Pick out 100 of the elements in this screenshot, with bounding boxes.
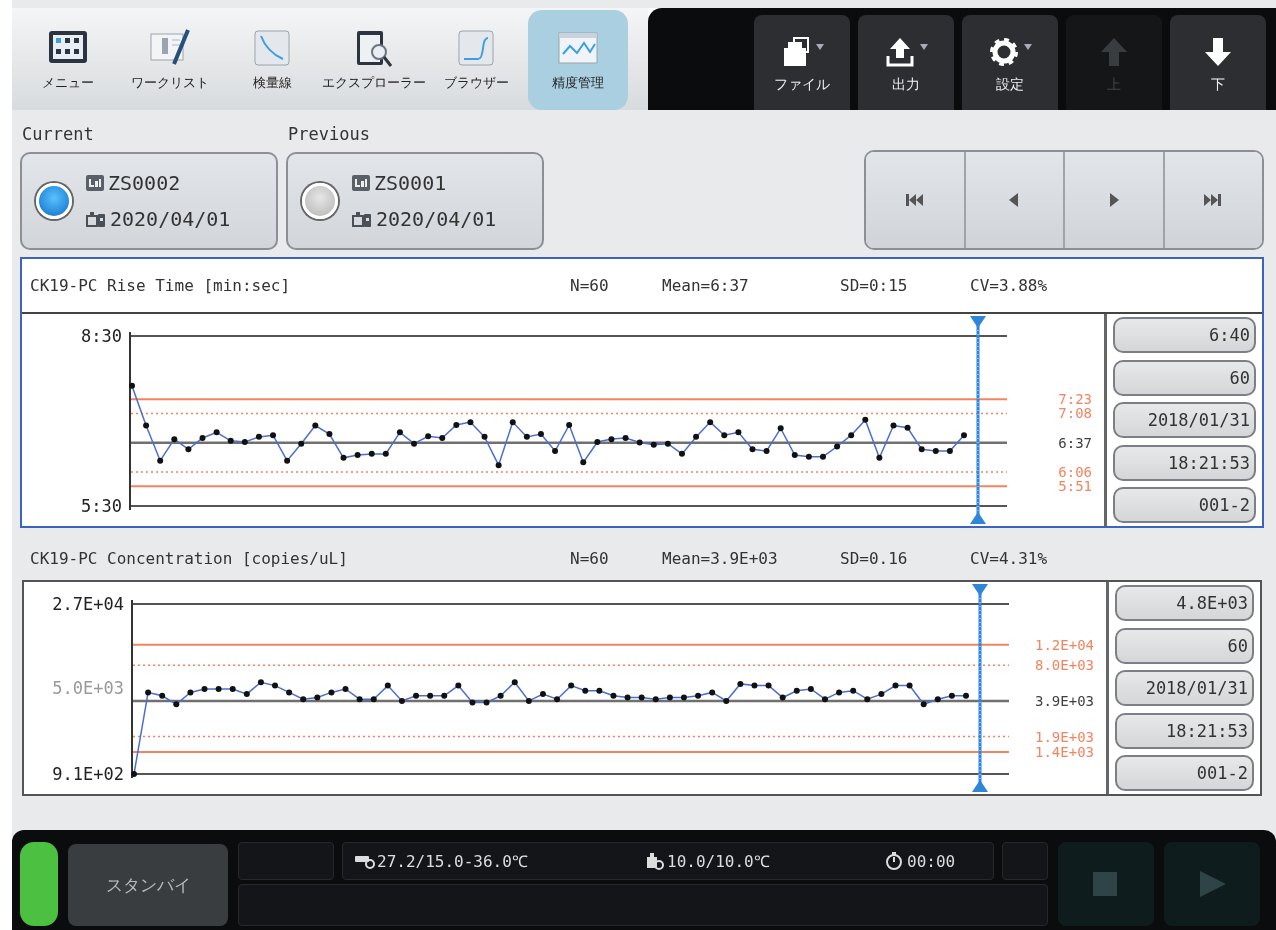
- data-point: [497, 692, 504, 699]
- toolbar-button[interactable]: エクスプローラー: [324, 10, 424, 110]
- toolbar-button[interactable]: ブラウザー: [426, 10, 526, 110]
- status-reading: 00:00: [907, 851, 956, 871]
- data-point: [963, 692, 969, 699]
- data-point: [624, 694, 631, 701]
- data-point: [342, 686, 349, 692]
- limit-label: 1.2E+04: [1035, 636, 1094, 653]
- bottle-icon: [645, 852, 665, 870]
- limit-label: 1.4E+03: [1035, 743, 1094, 760]
- toolbar-button[interactable]: 設定: [962, 15, 1058, 110]
- nav-button[interactable]: [963, 152, 1063, 248]
- data-point: [171, 436, 178, 443]
- radio-button[interactable]: [36, 183, 72, 219]
- data-point: [850, 687, 857, 694]
- data-point: [312, 422, 319, 429]
- status-button[interactable]: スタンバイ: [68, 844, 228, 926]
- toolbar-button[interactable]: 出力: [858, 15, 954, 110]
- limit-label: 7:08: [1058, 405, 1092, 422]
- chart-panel[interactable]: CK19-PC Rise Time [min:sec] N=60 Mean=6:37 SD=0:15 CV=3.88% 7:23 7:08 6:37 6:06 5:51 8:30 5:30 6:40 60 2018/01/31 18:21:53 001-2: [20, 257, 1264, 528]
- toolbar-button[interactable]: ファイル: [754, 15, 850, 110]
- data-point: [554, 696, 561, 703]
- toolbar-button[interactable]: 検量線: [222, 10, 322, 110]
- data-point: [876, 454, 883, 461]
- limit-label: 6:37: [1058, 434, 1092, 451]
- data-point: [834, 443, 841, 450]
- toolbar-button[interactable]: メニュー: [18, 10, 118, 110]
- axis-label: 5:30: [81, 496, 122, 516]
- chart-statistic: CV=3.88%: [970, 276, 1049, 295]
- skip-first-icon: [905, 193, 924, 207]
- data-point: [763, 448, 770, 455]
- lot-card[interactable]: ZS0002 2020/04/01: [20, 152, 278, 250]
- data-point: [695, 692, 702, 699]
- data-point: [356, 696, 363, 703]
- data-point: [777, 425, 784, 432]
- data-point: [523, 433, 530, 440]
- data-point: [932, 448, 939, 455]
- data-point: [807, 686, 814, 692]
- data-point: [582, 687, 589, 694]
- nav-button[interactable]: [866, 152, 964, 248]
- data-point: [918, 446, 925, 453]
- data-point: [793, 687, 800, 694]
- chart-statistic: CV=4.31%: [970, 549, 1049, 568]
- lot-number: ZS0001: [374, 171, 447, 195]
- toolbar-button[interactable]: ワークリスト: [120, 10, 220, 110]
- data-point: [723, 697, 730, 704]
- lot-number: ZS0002: [108, 171, 181, 195]
- limit-label: 7:23: [1058, 391, 1092, 408]
- lot-icon: [352, 175, 370, 191]
- data-point: [735, 429, 742, 436]
- data-point: [215, 686, 222, 692]
- data-point: [159, 692, 166, 699]
- data-point: [455, 682, 462, 689]
- data-point: [892, 682, 899, 689]
- data-point: [227, 437, 234, 444]
- value-field: 001-2: [1113, 487, 1256, 523]
- cursor-line[interactable]: [972, 584, 988, 792]
- data-point: [213, 429, 220, 436]
- nav-button[interactable]: [1063, 152, 1163, 248]
- data-point: [173, 701, 180, 708]
- status-reading: 10.0/10.0℃: [667, 851, 770, 872]
- data-point: [425, 433, 432, 440]
- data-point: [509, 419, 516, 426]
- lot-date: 2020/04/01: [110, 207, 231, 231]
- data-point: [270, 432, 276, 439]
- skip-last-icon: [1204, 193, 1223, 207]
- data-point: [300, 696, 307, 703]
- nav-button[interactable]: [1162, 152, 1262, 248]
- data-point: [396, 429, 403, 436]
- data-point: [820, 453, 826, 460]
- data-point: [610, 692, 617, 699]
- data-point: [678, 450, 685, 457]
- value-field: 6:40: [1113, 317, 1256, 353]
- data-point: [636, 439, 643, 446]
- data-point: [143, 422, 150, 429]
- data-point: [805, 453, 812, 460]
- chart-title: CK19-PC Concentration [copies/uL]: [30, 549, 349, 568]
- data-point: [539, 691, 546, 698]
- data-point: [878, 691, 885, 698]
- data-point: [566, 421, 573, 428]
- data-point: [298, 440, 305, 447]
- data-point: [328, 689, 335, 696]
- data-point: [229, 686, 236, 692]
- data-point: [411, 440, 418, 447]
- radio-button[interactable]: [302, 183, 338, 219]
- data-point: [413, 692, 420, 699]
- toolbar-button[interactable]: 精度管理: [528, 10, 628, 110]
- value-field: 4.8E+03: [1115, 585, 1254, 621]
- toolbar-button[interactable]: 下: [1170, 15, 1266, 110]
- data-point: [721, 432, 728, 439]
- data-point: [836, 689, 843, 696]
- value-field: 60: [1115, 627, 1254, 664]
- lot-card[interactable]: ZS0001 2020/04/01: [286, 152, 544, 250]
- data-point: [483, 699, 490, 706]
- data-point: [272, 682, 278, 689]
- data-point: [890, 422, 897, 429]
- chart-statistic: Mean=6:37: [662, 276, 750, 295]
- cursor-line[interactable]: [970, 316, 986, 524]
- axis-label: 2.7E+04: [52, 594, 124, 614]
- data-point: [286, 689, 293, 696]
